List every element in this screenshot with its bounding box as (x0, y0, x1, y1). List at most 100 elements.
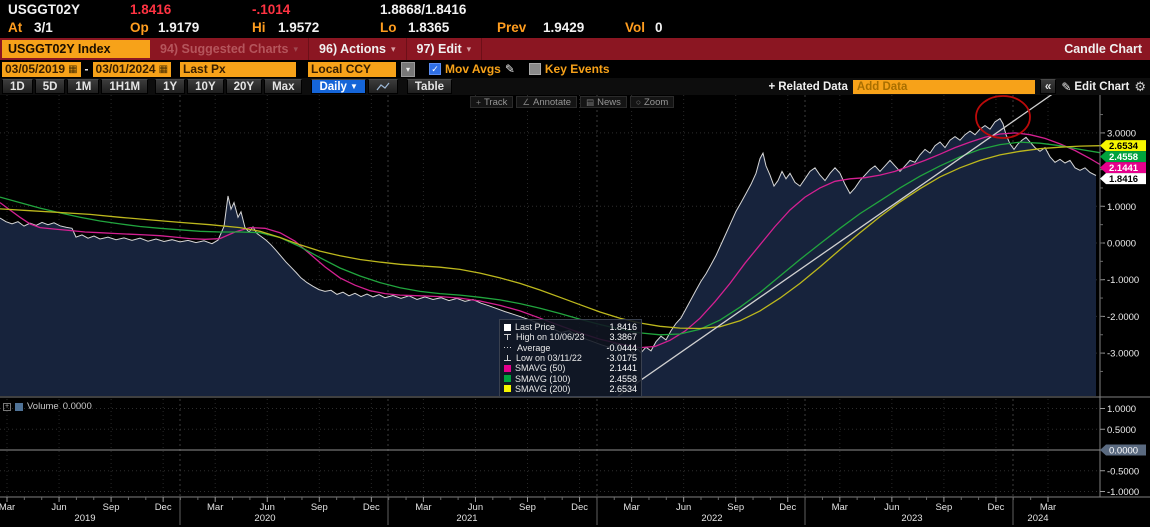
key-events-label: Key Events (544, 62, 610, 76)
menu-actions[interactable]: 96) Actions ▾ (309, 38, 407, 60)
chart-tool-zoom[interactable]: ○ Zoom (629, 96, 675, 108)
badge-value: 2.1441 (1109, 163, 1139, 174)
pencil-icon[interactable]: ✎ (505, 62, 515, 76)
collapse-panel-icon[interactable]: + (3, 402, 11, 411)
x-axis-month-label: Sep (727, 502, 744, 513)
volume-axis-label: 0.5000 (1107, 425, 1136, 436)
legend-label: SMAVG (100) (515, 373, 571, 384)
chart-tool-label: Track (483, 96, 508, 108)
collapse-panel-button[interactable]: « (1039, 79, 1057, 94)
low-label: Lo (380, 20, 397, 35)
series-swatch-icon (504, 323, 511, 331)
legend-label: SMAVG (50) (515, 363, 566, 374)
menu-edit[interactable]: 97) Edit ▾ (407, 38, 483, 60)
table-button[interactable]: Table (406, 79, 453, 94)
y-axis-label: -2.0000 (1107, 312, 1139, 323)
x-axis-month-label: Mar (0, 502, 15, 513)
y-axis-label: 1.0000 (1107, 202, 1136, 213)
x-axis-month-label: Dec (155, 502, 172, 513)
period-button-5d[interactable]: 5D (34, 79, 66, 94)
currency-dropdown-button[interactable]: ▾ (401, 61, 416, 77)
menu-suggested-charts[interactable]: 94) Suggested Charts ▾ (150, 38, 310, 60)
axis-price-badge: 2.4558 (1100, 151, 1146, 163)
x-axis-year-label: 2024 (1027, 513, 1048, 524)
price-field-input[interactable]: Last Px (180, 61, 297, 77)
security-field[interactable]: USGGT02Y Index (2, 40, 150, 58)
price-change: -.1014 (252, 2, 291, 17)
badge-value: 1.8416 (1109, 174, 1138, 185)
period-button-1d[interactable]: 1D (2, 79, 33, 94)
avg-marker-icon (504, 347, 513, 349)
series-swatch-icon (504, 375, 511, 383)
pencil-icon: ✎ (1061, 79, 1072, 94)
mov-avgs-checkbox[interactable]: ✓ (429, 63, 442, 75)
line-chart-icon-button[interactable] (367, 79, 398, 94)
date-from-input[interactable]: 03/05/2019 ▦ (2, 61, 81, 77)
high-label: Hi (252, 20, 266, 35)
legend-label: Last Price (515, 322, 556, 333)
x-axis-month-label: Mar (207, 502, 223, 513)
x-axis-month-label: Mar (1040, 502, 1056, 513)
legend-row: High on 10/06/23 3.3867 (504, 332, 637, 342)
calendar-icon[interactable]: ▦ (68, 64, 77, 75)
y-axis-label: 3.0000 (1107, 128, 1136, 139)
at-value: 3/1 (34, 20, 53, 35)
legend-value: 2.6534 (609, 383, 637, 394)
period-button-1m[interactable]: 1M (67, 79, 100, 94)
currency-select[interactable]: Local CCY (308, 61, 397, 77)
vol-label: Vol (625, 20, 645, 35)
x-axis-year-label: 2023 (901, 513, 922, 524)
chart-legend-tooltip[interactable]: Last Price 1.8416 High on 10/06/23 3.3867 Av… (499, 319, 642, 398)
frequency-value: Daily (319, 80, 347, 93)
chevron-down-icon: ▾ (293, 43, 299, 54)
chevron-down-icon: ▾ (466, 43, 472, 54)
legend-row: SMAVG (200) 2.6534 (504, 384, 637, 394)
menu-edit-label: 97) Edit (416, 42, 462, 56)
x-axis-month-label: Sep (311, 502, 328, 513)
x-axis-month-label: Jun (676, 502, 691, 513)
period-button-1y[interactable]: 1Y (155, 79, 186, 94)
x-axis-month-label: Jun (260, 502, 275, 513)
legend-row: SMAVG (50) 2.1441 (504, 363, 637, 373)
add-data-input[interactable]: Add Data (852, 79, 1035, 94)
related-data-button[interactable]: + Related Data (769, 81, 848, 93)
related-data-label: Related Data (778, 80, 848, 93)
high-value: 1.9572 (278, 20, 320, 35)
chart-toolbar-row: 1D 5D 1M 1H1M 1Y 10Y 20Y Max Daily ▼ Table + Re… (0, 78, 1150, 95)
frequency-select[interactable]: Daily ▼ (311, 79, 366, 94)
mov-avgs-label: Mov Avgs (445, 62, 501, 76)
badge-value: 2.6534 (1109, 141, 1139, 152)
prev-label: Prev (497, 20, 527, 35)
legend-row: SMAVG (100) 2.4558 (504, 373, 637, 384)
date-to-input[interactable]: 03/01/2024 ▦ (92, 61, 172, 77)
x-axis-month-label: Jun (884, 502, 899, 513)
toolbar-right-cluster: + Related Data Add Data « ✎ Edit Chart ⚙ (769, 79, 1146, 95)
open-label: Op (130, 20, 149, 35)
calendar-icon[interactable]: ▦ (159, 64, 168, 75)
low-marker-icon (504, 354, 512, 362)
date-range-separator: - (84, 62, 89, 76)
axis-price-badge: 1.8416 (1100, 173, 1146, 185)
menu-actions-label: 96) Actions (319, 42, 386, 56)
period-button-max[interactable]: Max (264, 79, 303, 94)
price-chart[interactable]: 3.0000 1.0000 0.0000 -1.0000 -2.0000 -3.0000 1… (0, 95, 1150, 527)
currency-value: Local CCY (311, 62, 372, 76)
chart-tool-track[interactable]: + Track (470, 96, 514, 108)
chart-region: 3.0000 1.0000 0.0000 -1.0000 -2.0000 -3.0000 1… (0, 95, 1150, 527)
volume-axis-badge: 0.0000 (1100, 444, 1146, 457)
chart-tool-annotate[interactable]: ∠ Annotate (516, 96, 578, 108)
at-label: At (8, 20, 23, 35)
price-field-value: Last Px (183, 62, 226, 76)
key-events-checkbox[interactable] (528, 63, 541, 75)
edit-chart-button[interactable]: ✎ Edit Chart (1061, 80, 1129, 94)
legend-label: SMAVG (200) (515, 383, 571, 394)
chart-tool-news[interactable]: ▤ News (580, 96, 627, 108)
high-marker-icon (504, 333, 512, 341)
period-button-10y[interactable]: 10Y (187, 79, 224, 94)
gear-icon[interactable]: ⚙ (1134, 79, 1146, 95)
chevron-down-icon: ▼ (349, 82, 358, 91)
period-button-20y[interactable]: 20Y (225, 79, 263, 94)
period-button-1h1m[interactable]: 1H1M (101, 79, 149, 94)
x-axis-month-label: Sep (935, 502, 952, 513)
legend-row: Low on 03/11/22 -3.0175 (504, 353, 637, 363)
